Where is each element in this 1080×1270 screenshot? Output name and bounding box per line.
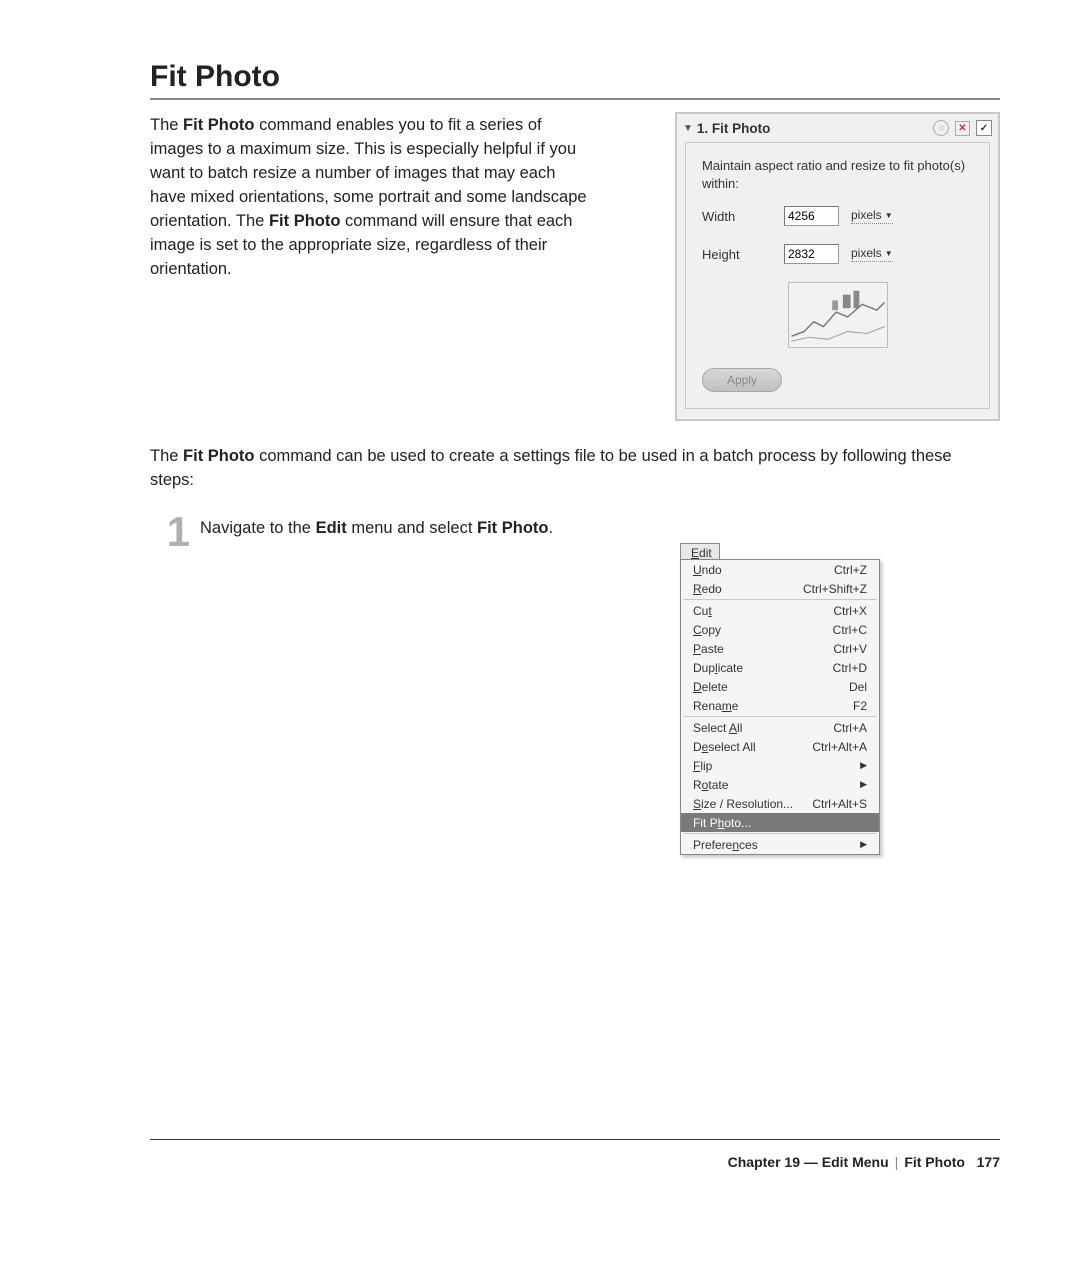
width-label: Width [702,209,772,224]
menu-item[interactable]: Duplicate Ctrl+D [681,658,879,677]
menu-item-shortcut: Ctrl+X [833,604,867,618]
menu-item-label: Cut [693,604,712,618]
height-unit-combo[interactable]: pixels ▼ [851,246,893,262]
menu-item-label: Fit Photo... [693,816,751,830]
menu-item-label: Rotate [693,778,728,792]
close-icon[interactable]: ✕ [955,121,970,136]
intro-paragraph: The Fit Photo command enables you to fit… [150,114,595,281]
menu-item[interactable]: Preferences ▶ [681,835,879,854]
menu-item[interactable]: Undo Ctrl+Z [681,560,879,579]
menu-item-shortcut: Ctrl+A [833,721,867,735]
width-unit-combo[interactable]: pixels ▼ [851,208,893,224]
menu-item-label: Delete [693,680,728,694]
menu-item-label: Duplicate [693,661,743,675]
submenu-arrow-icon: ▶ [860,779,867,790]
menu-item-label: Copy [693,623,721,637]
step-number: 1 [150,515,200,549]
menu-item-shortcut: Ctrl+V [833,642,867,656]
menu-item-shortcut: Ctrl+C [833,623,867,637]
menu-item[interactable]: Size / Resolution... Ctrl+Alt+S [681,794,879,813]
submenu-arrow-icon: ▶ [860,839,867,850]
footer-rule [150,1139,1000,1140]
menu-item-shortcut: F2 [853,699,867,713]
menu-item-label: Size / Resolution... [693,797,793,811]
apply-button[interactable]: Apply [702,368,782,392]
edit-menu-popup: UndoCtrl+ZRedoCtrl+Shift+ZCutCtrl+XCopyC… [680,559,880,855]
menu-item-label: Redo [693,582,722,596]
menu-item-label: Select All [693,721,742,735]
menu-item[interactable]: Fit Photo... [681,813,879,832]
menu-item-shortcut: Del [849,680,867,694]
menu-item[interactable]: Rotate ▶ [681,775,879,794]
menu-item-label: Deselect All [693,740,756,754]
page-title: Fit Photo [150,60,1000,94]
chevron-down-icon: ▼ [885,249,893,258]
menu-item[interactable]: Copy Ctrl+C [681,620,879,639]
menu-item-shortcut: Ctrl+D [833,661,867,675]
body-paragraph-2: The Fit Photo command can be used to cre… [150,445,1000,493]
menu-item[interactable]: Select All Ctrl+A [681,718,879,737]
edit-menu: Edit Undo Ctrl+Z Redo Ctrl+Shift+Z Cut Ctrl+X… [680,543,880,855]
menu-item[interactable]: Rename F2 [681,696,879,715]
height-input[interactable] [784,244,839,264]
menubar-edit-button[interactable]: Edit [680,543,720,560]
menu-item-shortcut: Ctrl+Shift+Z [803,582,867,596]
menu-separator [683,833,877,834]
confirm-icon[interactable]: ✓ [976,120,992,136]
menu-item[interactable]: Paste Ctrl+V [681,639,879,658]
footer: Chapter 19 — Edit Menu|Fit Photo 177 [728,1154,1000,1170]
menu-item[interactable]: Redo Ctrl+Shift+Z [681,579,879,598]
preview-thumbnail [788,282,888,348]
chevron-down-icon: ▼ [885,211,893,220]
menu-item[interactable]: Flip ▶ [681,756,879,775]
collapse-icon[interactable]: ▼ [683,123,693,134]
menu-item-label: Undo [693,563,722,577]
menu-separator [683,599,877,600]
menu-item-label: Preferences [693,838,758,852]
height-label: Height [702,247,772,262]
step-text: Navigate to the Edit menu and select Fit… [200,519,553,538]
unit-label: pixels [851,246,882,260]
menu-item[interactable]: Delete Del [681,677,879,696]
title-rule [150,98,1000,100]
unit-label: pixels [851,208,882,222]
menu-item-shortcut: Ctrl+Alt+S [812,797,867,811]
width-input[interactable] [784,206,839,226]
submenu-arrow-icon: ▶ [860,760,867,771]
menu-item-shortcut: Ctrl+Alt+A [812,740,867,754]
dialog-instruction: Maintain aspect ratio and resize to fit … [702,157,973,192]
menu-item-label: Rename [693,699,738,713]
menu-item-label: Flip [693,759,712,773]
menu-item[interactable]: Cut Ctrl+X [681,601,879,620]
fit-photo-dialog: ▼ 1. Fit Photo ○ ✕ ✓ Maintain aspect rat… [675,112,1000,421]
menu-separator [683,716,877,717]
menu-item[interactable]: Deselect All Ctrl+Alt+A [681,737,879,756]
menu-item-label: Paste [693,642,724,656]
reset-icon[interactable]: ○ [933,120,949,136]
dialog-title: 1. Fit Photo [697,121,771,136]
menu-item-shortcut: Ctrl+Z [834,563,867,577]
